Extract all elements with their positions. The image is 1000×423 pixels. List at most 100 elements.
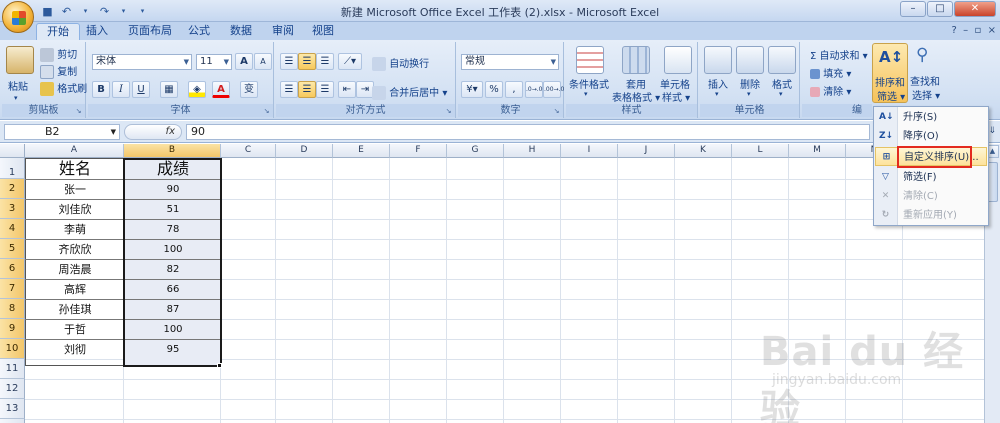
row-header-4[interactable]: 4 xyxy=(0,219,25,239)
number-format-select[interactable]: 常规 ▼ xyxy=(461,54,559,70)
maximize-button[interactable]: □ xyxy=(927,1,953,17)
cell-styles-button[interactable]: 样式 ▾ xyxy=(662,89,690,104)
dialog-launcher-icon[interactable]: ↘ xyxy=(444,107,453,116)
align-middle-icon[interactable]: ☰ xyxy=(298,53,316,70)
clear-button[interactable]: 清除 ▾ xyxy=(810,83,851,98)
score-cell[interactable]: 100 xyxy=(125,320,221,339)
dialog-launcher-icon[interactable]: ↘ xyxy=(552,107,561,116)
name-box[interactable]: B2 ▼ xyxy=(4,124,120,140)
score-cell[interactable]: 82 xyxy=(125,260,221,279)
bold-button[interactable]: B xyxy=(92,81,110,98)
tab-home[interactable]: 开始 xyxy=(36,23,80,40)
shrink-font-button[interactable]: A xyxy=(254,53,272,70)
name-cell[interactable]: 于哲 xyxy=(26,320,124,339)
header-score-cell[interactable]: 成绩 xyxy=(125,159,221,179)
minimize-button[interactable]: – xyxy=(900,1,926,17)
tab-page-layout[interactable]: 页面布局 xyxy=(118,23,182,40)
row-header-14[interactable]: 14 xyxy=(0,419,25,423)
percent-button[interactable]: % xyxy=(485,81,503,98)
dialog-launcher-icon[interactable]: ↘ xyxy=(262,107,271,116)
close-button[interactable]: ✕ xyxy=(954,1,996,17)
menu-item-custom-sort[interactable]: ⊞ 自定义排序(U)... xyxy=(875,147,987,166)
insert-function-button[interactable]: fx xyxy=(124,124,182,140)
cut-button[interactable]: 剪切 xyxy=(40,46,77,62)
row-header-3[interactable]: 3 xyxy=(0,199,25,219)
help-icon[interactable]: ? xyxy=(951,25,956,36)
sort-filter-button[interactable]: A↕ 排序和 筛选 ▾ xyxy=(872,43,908,103)
table-format-button[interactable]: 表格格式 ▾ xyxy=(612,89,660,104)
column-header-a[interactable]: A xyxy=(25,144,124,158)
italic-button[interactable]: I xyxy=(112,81,130,98)
score-cell[interactable]: 51 xyxy=(125,200,221,219)
align-bottom-icon[interactable]: ☰ xyxy=(316,53,334,70)
tab-view[interactable]: 视图 xyxy=(302,23,344,40)
header-name-cell[interactable]: 姓名 xyxy=(26,159,124,179)
row-header-9[interactable]: 9 xyxy=(0,319,25,339)
name-cell[interactable]: 刘彻 xyxy=(26,340,124,359)
merge-center-button[interactable]: 合并后居中 ▾ xyxy=(372,84,447,100)
column-header-e[interactable]: E xyxy=(333,144,390,158)
minimize-icon[interactable]: – xyxy=(963,25,968,36)
score-cell[interactable]: 87 xyxy=(125,300,221,319)
format-painter-button[interactable]: 格式刷 xyxy=(40,80,87,96)
row-header-2[interactable]: 2 xyxy=(0,179,25,199)
copy-button[interactable]: 复制 xyxy=(40,63,77,79)
align-right-icon[interactable]: ☰ xyxy=(316,81,334,98)
paste-dropdown-icon[interactable]: ▾ xyxy=(14,94,18,102)
name-cell[interactable]: 刘佳欣 xyxy=(26,200,124,219)
restore-icon[interactable]: ▫ xyxy=(974,25,981,36)
row-header-10[interactable]: 10 xyxy=(0,339,25,359)
name-cell[interactable]: 张一 xyxy=(26,180,124,199)
fill-handle[interactable] xyxy=(217,363,222,368)
tab-review[interactable]: 审阅 xyxy=(262,23,304,40)
find-select-button[interactable]: 选择 ▾ xyxy=(912,87,940,102)
name-cell[interactable]: 孙佳琪 xyxy=(26,300,124,319)
paste-button[interactable]: 粘贴 xyxy=(8,78,28,93)
currency-icon[interactable]: ¥▾ xyxy=(461,81,483,98)
autosum-button[interactable]: Σ 自动求和 ▾ xyxy=(810,47,868,62)
row-header-12[interactable]: 12 xyxy=(0,379,25,399)
borders-button[interactable]: ▦ xyxy=(160,81,178,98)
score-cell[interactable]: 95 xyxy=(125,340,221,359)
column-header-k[interactable]: K xyxy=(675,144,732,158)
row-header-13[interactable]: 13 xyxy=(0,399,25,419)
delete-button[interactable]: 删除 xyxy=(740,76,760,91)
office-button[interactable] xyxy=(2,1,34,33)
select-all-button[interactable] xyxy=(0,144,25,158)
row-header-8[interactable]: 8 xyxy=(0,299,25,319)
menu-item-sort-ascending[interactable]: A↓ 升序(S) xyxy=(875,108,987,127)
underline-button[interactable]: U xyxy=(132,81,150,98)
conditional-format-button[interactable]: 条件格式 xyxy=(569,76,609,91)
align-top-icon[interactable]: ☰ xyxy=(280,53,298,70)
fill-color-button[interactable]: ◈ xyxy=(188,81,206,98)
phonetic-button[interactable]: 变 xyxy=(240,81,258,98)
name-cell[interactable]: 齐欣欣 xyxy=(26,240,124,259)
column-header-d[interactable]: D xyxy=(276,144,333,158)
column-header-i[interactable]: I xyxy=(561,144,618,158)
column-header-m[interactable]: M xyxy=(789,144,846,158)
grow-font-button[interactable]: A xyxy=(235,53,253,70)
column-header-f[interactable]: F xyxy=(390,144,447,158)
worksheet-grid[interactable]: ABCDEFGHIJKLMN 1234567891011121314 姓名 成绩… xyxy=(0,144,1000,423)
orientation-icon[interactable]: ⟋▾ xyxy=(338,53,362,70)
menu-item-filter[interactable]: ▽ 筛选(F) xyxy=(875,168,987,187)
decrease-decimal-button[interactable]: .00→.0 xyxy=(543,81,564,98)
column-header-l[interactable]: L xyxy=(732,144,789,158)
name-cell[interactable]: 周浩晨 xyxy=(26,260,124,279)
column-header-h[interactable]: H xyxy=(504,144,561,158)
comma-button[interactable]: , xyxy=(505,81,523,98)
format-button[interactable]: 格式 xyxy=(772,76,792,91)
font-size-select[interactable]: 11 ▼ xyxy=(196,54,232,70)
decrease-indent-icon[interactable]: ⇤ xyxy=(338,81,356,98)
name-cell[interactable]: 李萌 xyxy=(26,220,124,239)
font-name-select[interactable]: 宋体 ▼ xyxy=(92,54,192,70)
column-header-b[interactable]: B xyxy=(124,144,221,158)
row-header-7[interactable]: 7 xyxy=(0,279,25,299)
row-header-6[interactable]: 6 xyxy=(0,259,25,279)
font-color-button[interactable]: A xyxy=(212,81,230,98)
tab-insert[interactable]: 插入 xyxy=(76,23,118,40)
find-select-label-1[interactable]: 查找和 xyxy=(910,73,940,88)
row-header-1[interactable]: 1 xyxy=(0,158,25,179)
score-cell[interactable]: 100 xyxy=(125,240,221,259)
column-header-c[interactable]: C xyxy=(221,144,276,158)
